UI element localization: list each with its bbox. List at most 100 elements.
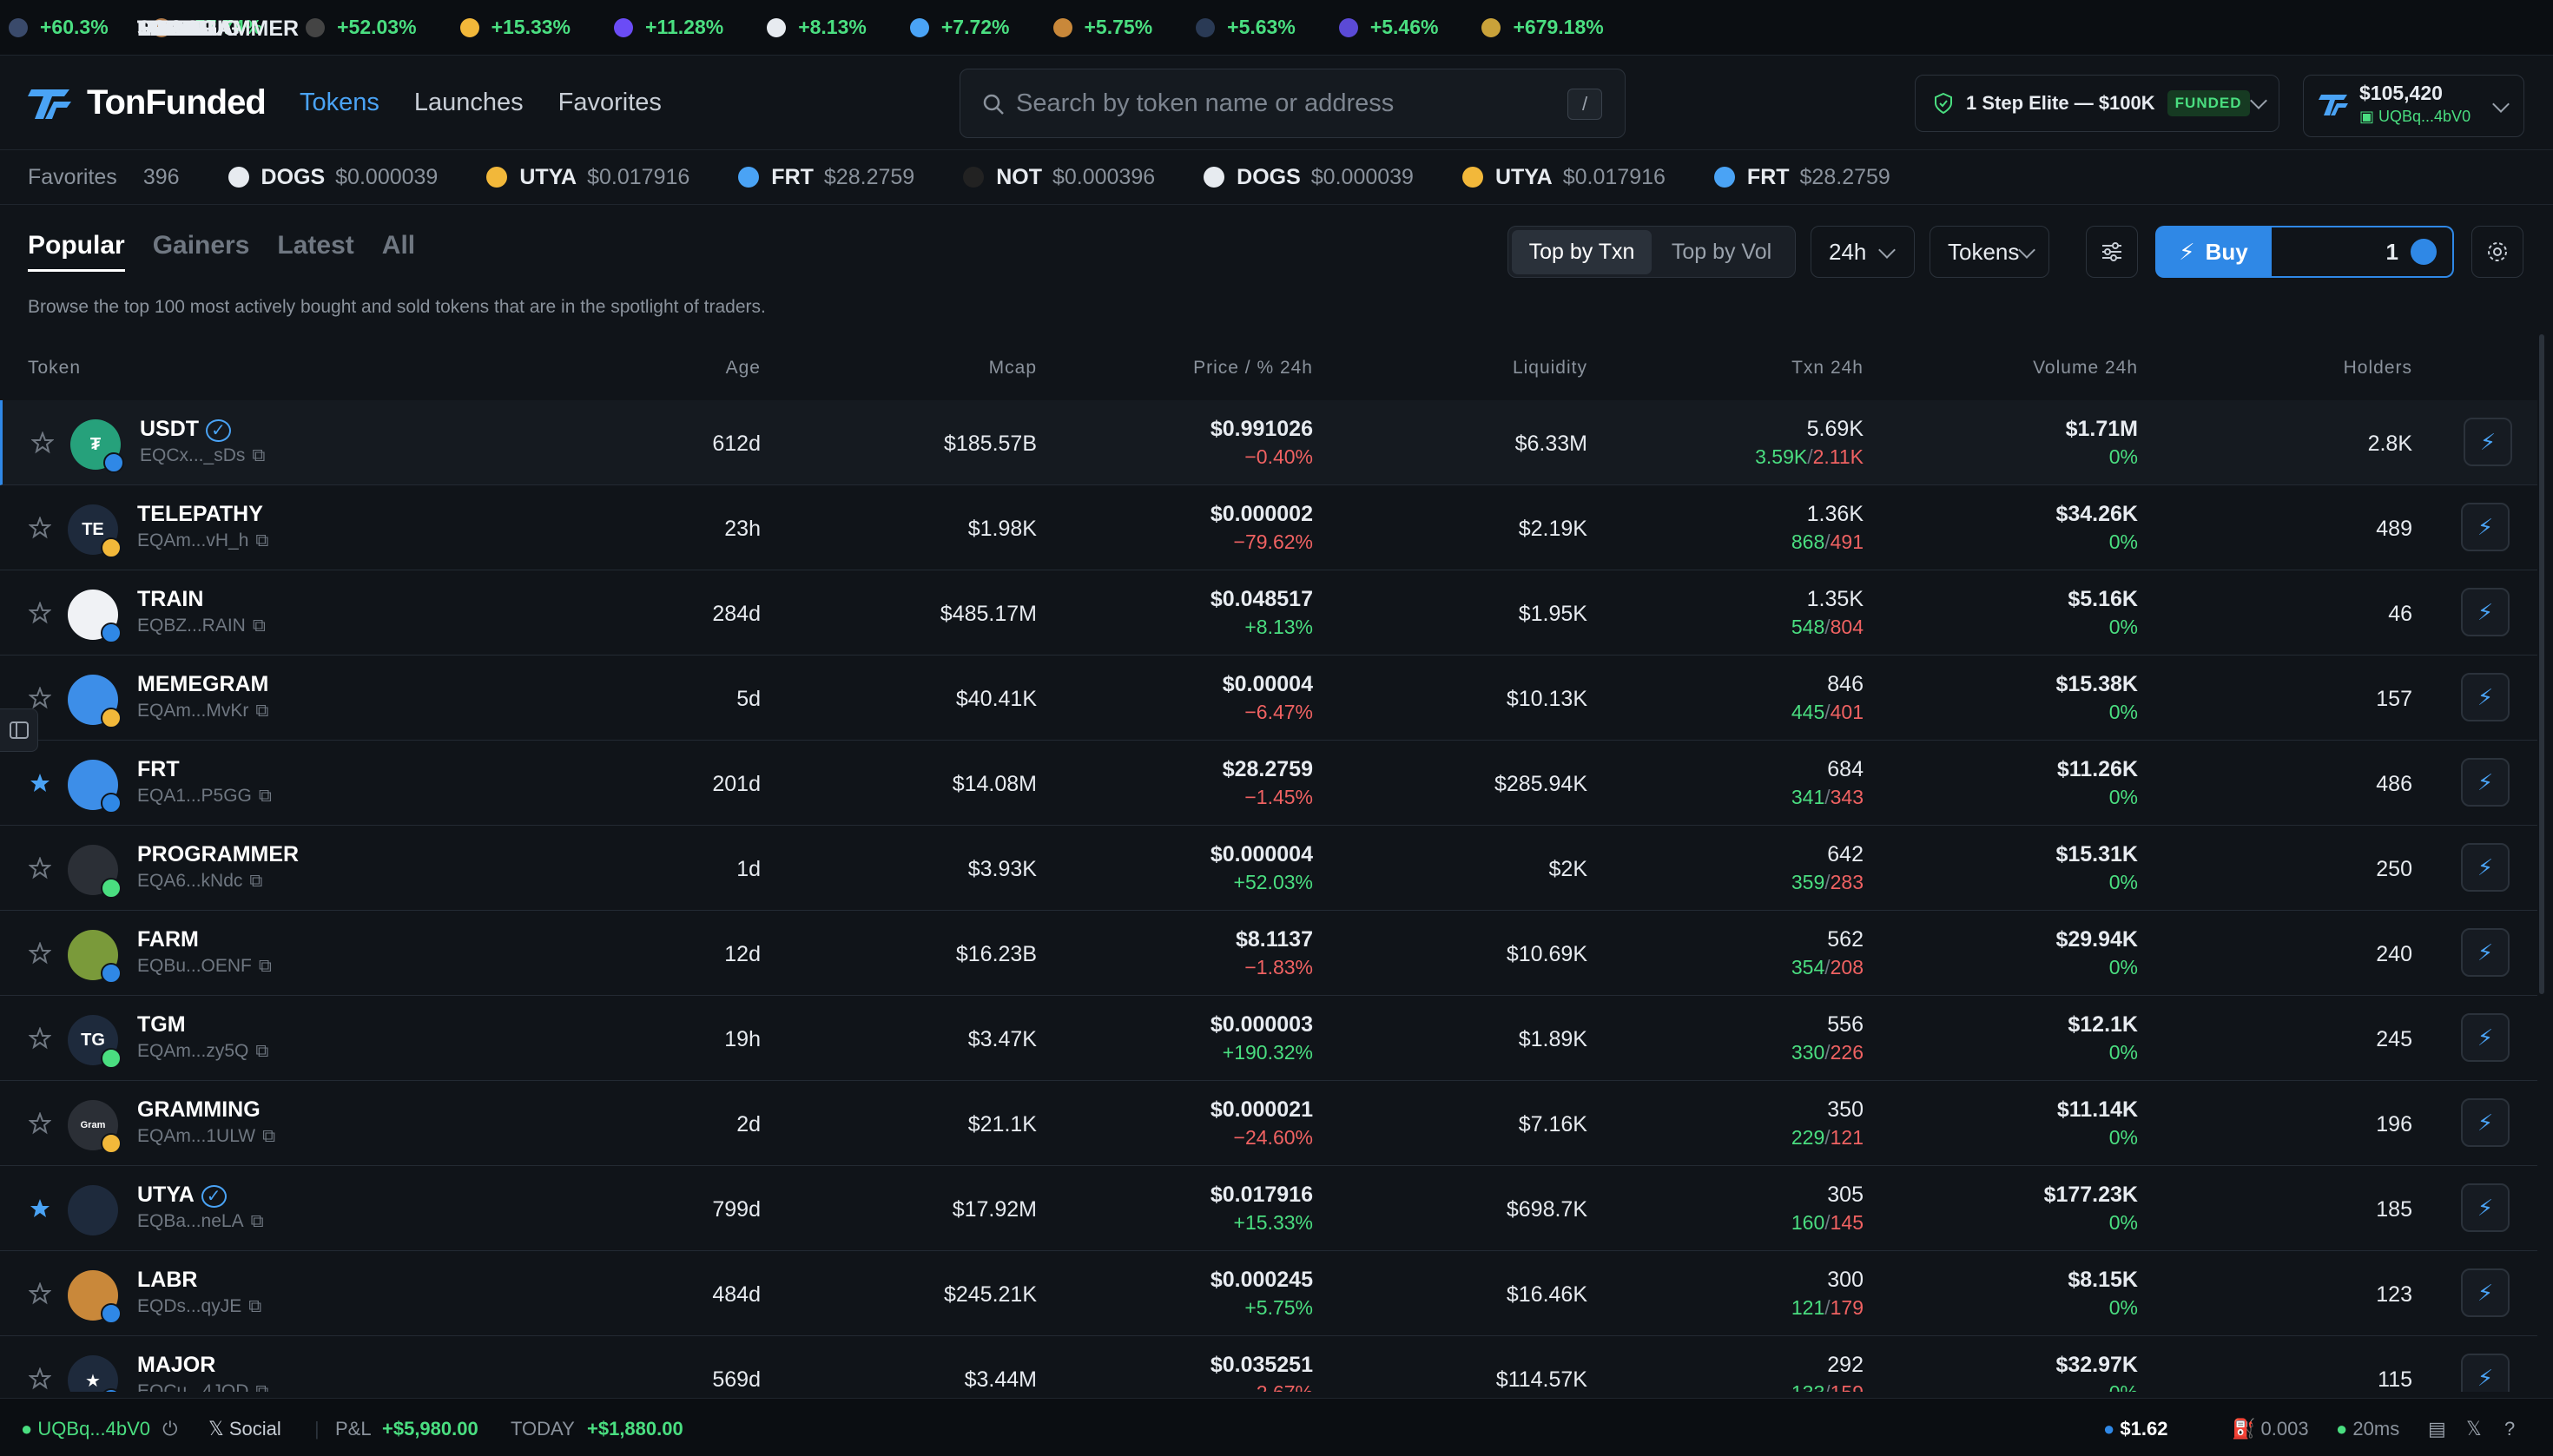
star-filled-icon[interactable]	[29, 1197, 51, 1220]
table-row[interactable]: LABR EQDs...qyJE ⧉ 484d $245.21K $0.000245 +5.…	[0, 1251, 2537, 1336]
table-row[interactable]: TRAIN EQBZ...RAIN ⧉ 284d $485.17M $0.048517 +8…	[0, 570, 2537, 656]
table-row[interactable]: ₮ USDT ✓ EQCx..._sDs ⧉ 612d $185.57B $0.991026 −…	[0, 400, 2537, 485]
brand-logo[interactable]: TonFunded	[26, 83, 267, 122]
favorite-item[interactable]: DOGS $0.000039	[228, 165, 438, 190]
star-outline-icon[interactable]	[28, 856, 52, 880]
table-row[interactable]: TE TELEPATHY EQAm...vH_h ⧉ 23h $1.98K $0.00000…	[0, 485, 2537, 570]
docs-icon[interactable]: ▤	[2428, 1418, 2446, 1440]
ticker-item[interactable]: LABR +5.75%	[137, 16, 1152, 41]
search-box[interactable]: /	[960, 69, 1626, 138]
favorite-item[interactable]: UTYA $0.017916	[486, 165, 689, 190]
favorite-item[interactable]: FRT $28.2759	[738, 165, 914, 190]
quick-buy-button[interactable]: ⚡	[2461, 1183, 2510, 1232]
star-outline-icon[interactable]	[28, 1281, 52, 1305]
quick-buy-button[interactable]: ⚡	[2461, 758, 2510, 807]
timeframe-dropdown[interactable]: 24h	[1811, 226, 1915, 278]
ticker-item[interactable]: PROGRAMMER +52.03%	[137, 16, 417, 41]
sidebar-toggle[interactable]	[0, 708, 38, 752]
table-row[interactable]: UTYA ✓ EQBa...neLA ⧉ 799d $17.92M $0.017916 +15…	[0, 1166, 2537, 1251]
col-price[interactable]: Price / % 24h	[1193, 358, 1313, 379]
buy-button[interactable]: ⚡ Buy	[2155, 226, 2272, 278]
tab-latest[interactable]: Latest	[277, 231, 353, 272]
tab-all[interactable]: All	[382, 231, 415, 272]
star-outline-icon[interactable]	[28, 686, 52, 709]
favorite-item[interactable]: NOT $0.000396	[963, 165, 1155, 190]
star-outline-icon[interactable]	[28, 1367, 52, 1390]
quick-buy-button[interactable]: ⚡	[2461, 673, 2510, 721]
help-icon[interactable]: ?	[2504, 1418, 2515, 1440]
col-token[interactable]: Token	[28, 358, 81, 379]
quick-buy-button[interactable]: ⚡	[2461, 588, 2510, 636]
buy-amount-input[interactable]: 1	[2272, 226, 2454, 278]
nav-launches[interactable]: Launches	[414, 89, 524, 117]
ticker-item[interactable]: TRAIN +8.13%	[137, 16, 867, 41]
table-row[interactable]: FARM EQBu...OENF ⧉ 12d $16.23B $8.1137 −1.83% $…	[0, 911, 2537, 996]
footer-wallet[interactable]: ● UQBq...4bV0 ⏻	[21, 1418, 178, 1440]
ticker-item[interactable]: TGRAM +5.63%	[137, 16, 1296, 41]
copy-icon[interactable]: ⧉	[255, 701, 268, 721]
col-holders[interactable]: Holders	[2344, 358, 2412, 379]
quick-buy-button[interactable]: ⚡	[2461, 1013, 2510, 1062]
star-outline-icon[interactable]	[28, 601, 52, 624]
type-filter-dropdown[interactable]: Tokens	[1930, 226, 2049, 278]
col-mcap[interactable]: Mcap	[989, 358, 1037, 379]
copy-icon[interactable]: ⧉	[262, 1126, 275, 1146]
copy-icon[interactable]: ⧉	[252, 445, 265, 465]
table-row[interactable]: TG TGM EQAm...zy5Q ⧉ 19h $3.47K $0.000003 +190.…	[0, 996, 2537, 1081]
table-row[interactable]: ★ MAJOR EQCu...4JOD ⧉ 569d $3.44M $0.035251 −2.…	[0, 1336, 2537, 1392]
quick-buy-button[interactable]: ⚡	[2461, 503, 2510, 551]
copy-icon[interactable]: ⧉	[251, 1211, 264, 1231]
tab-gainers[interactable]: Gainers	[153, 231, 250, 272]
x-icon[interactable]: 𝕏	[2466, 1418, 2482, 1440]
sort-top-by-txn[interactable]: Top by Txn	[1512, 229, 1652, 274]
table-row[interactable]: Gram GRAMMING EQAm...1ULW ⧉ 2d $21.1K $0.00002…	[0, 1081, 2537, 1166]
quick-buy-button[interactable]: ⚡	[2461, 1268, 2510, 1317]
settings-button[interactable]	[2471, 226, 2523, 278]
table-row[interactable]: MEMEGRAM EQAm...MvKr ⧉ 5d $40.41K $0.00004 −6.…	[0, 656, 2537, 741]
nav-tokens[interactable]: Tokens	[300, 89, 379, 117]
star-outline-icon[interactable]	[28, 941, 52, 965]
copy-icon[interactable]: ⧉	[255, 530, 268, 550]
account-selector[interactable]: 1 Step Elite — $100K FUNDED	[1915, 75, 2279, 132]
favorite-item[interactable]: DOGS $0.000039	[1204, 165, 1414, 190]
social-link[interactable]: 𝕏 Social	[208, 1418, 281, 1440]
star-outline-icon[interactable]	[28, 1026, 52, 1050]
star-filled-icon[interactable]	[29, 772, 51, 794]
favorite-item[interactable]: FRT $28.2759	[1713, 165, 1890, 190]
col-age[interactable]: Age	[726, 358, 761, 379]
copy-icon[interactable]: ⧉	[255, 1041, 268, 1061]
star-outline-icon[interactable]	[28, 516, 52, 539]
quick-buy-button[interactable]: ⚡	[2461, 1354, 2510, 1392]
tab-popular[interactable]: Popular	[28, 231, 125, 272]
copy-icon[interactable]: ⧉	[259, 786, 272, 806]
quick-buy-button[interactable]: ⚡	[2461, 843, 2510, 892]
copy-icon[interactable]: ⧉	[259, 956, 272, 976]
col-volume[interactable]: Volume 24h	[2033, 358, 2138, 379]
quick-buy-button[interactable]: ⚡	[2464, 418, 2512, 466]
ticker-item[interactable]: SWALL +679.18%	[137, 16, 1604, 41]
quick-buy-button[interactable]: ⚡	[2461, 928, 2510, 977]
copy-icon[interactable]: ⧉	[255, 1381, 268, 1392]
col-liquidity[interactable]: Liquidity	[1513, 358, 1587, 379]
table-row[interactable]: PROGRAMMER EQA6...kNdc ⧉ 1d $3.93K $0.000004 +…	[0, 826, 2537, 911]
table-row[interactable]: FRT EQA1...P5GG ⧉ 201d $14.08M $28.2759 −1.45%…	[0, 741, 2537, 826]
ticker-item[interactable]: TELEPUG +60.3%	[9, 16, 240, 41]
star-outline-icon[interactable]	[28, 1111, 52, 1135]
copy-icon[interactable]: ⧉	[248, 1296, 261, 1316]
ticker-item[interactable]: P +5.46%	[137, 16, 1438, 41]
favorite-item[interactable]: UTYA $0.017916	[1461, 165, 1666, 190]
ticker-item[interactable]: UTYA +15.33%	[137, 16, 571, 41]
ticker-item[interactable]: MTONGA +7.72%	[137, 16, 1010, 41]
quick-buy-button[interactable]: ⚡	[2461, 1098, 2510, 1147]
star-outline-icon[interactable]	[30, 431, 55, 454]
col-txn[interactable]: Txn 24h	[1791, 358, 1864, 379]
filters-button[interactable]	[2086, 226, 2138, 278]
wallet-menu[interactable]: $105,420 ▣ UQBq...4bV0	[2303, 75, 2524, 137]
ticker-item[interactable]: EVAA +11.28%	[137, 16, 723, 41]
scrollbar[interactable]	[2539, 334, 2544, 994]
copy-icon[interactable]: ⧉	[253, 616, 266, 636]
power-icon[interactable]: ⏻	[162, 1418, 177, 1440]
nav-favorites[interactable]: Favorites	[558, 89, 662, 117]
search-input[interactable]	[1016, 89, 1537, 118]
copy-icon[interactable]: ⧉	[249, 871, 262, 891]
